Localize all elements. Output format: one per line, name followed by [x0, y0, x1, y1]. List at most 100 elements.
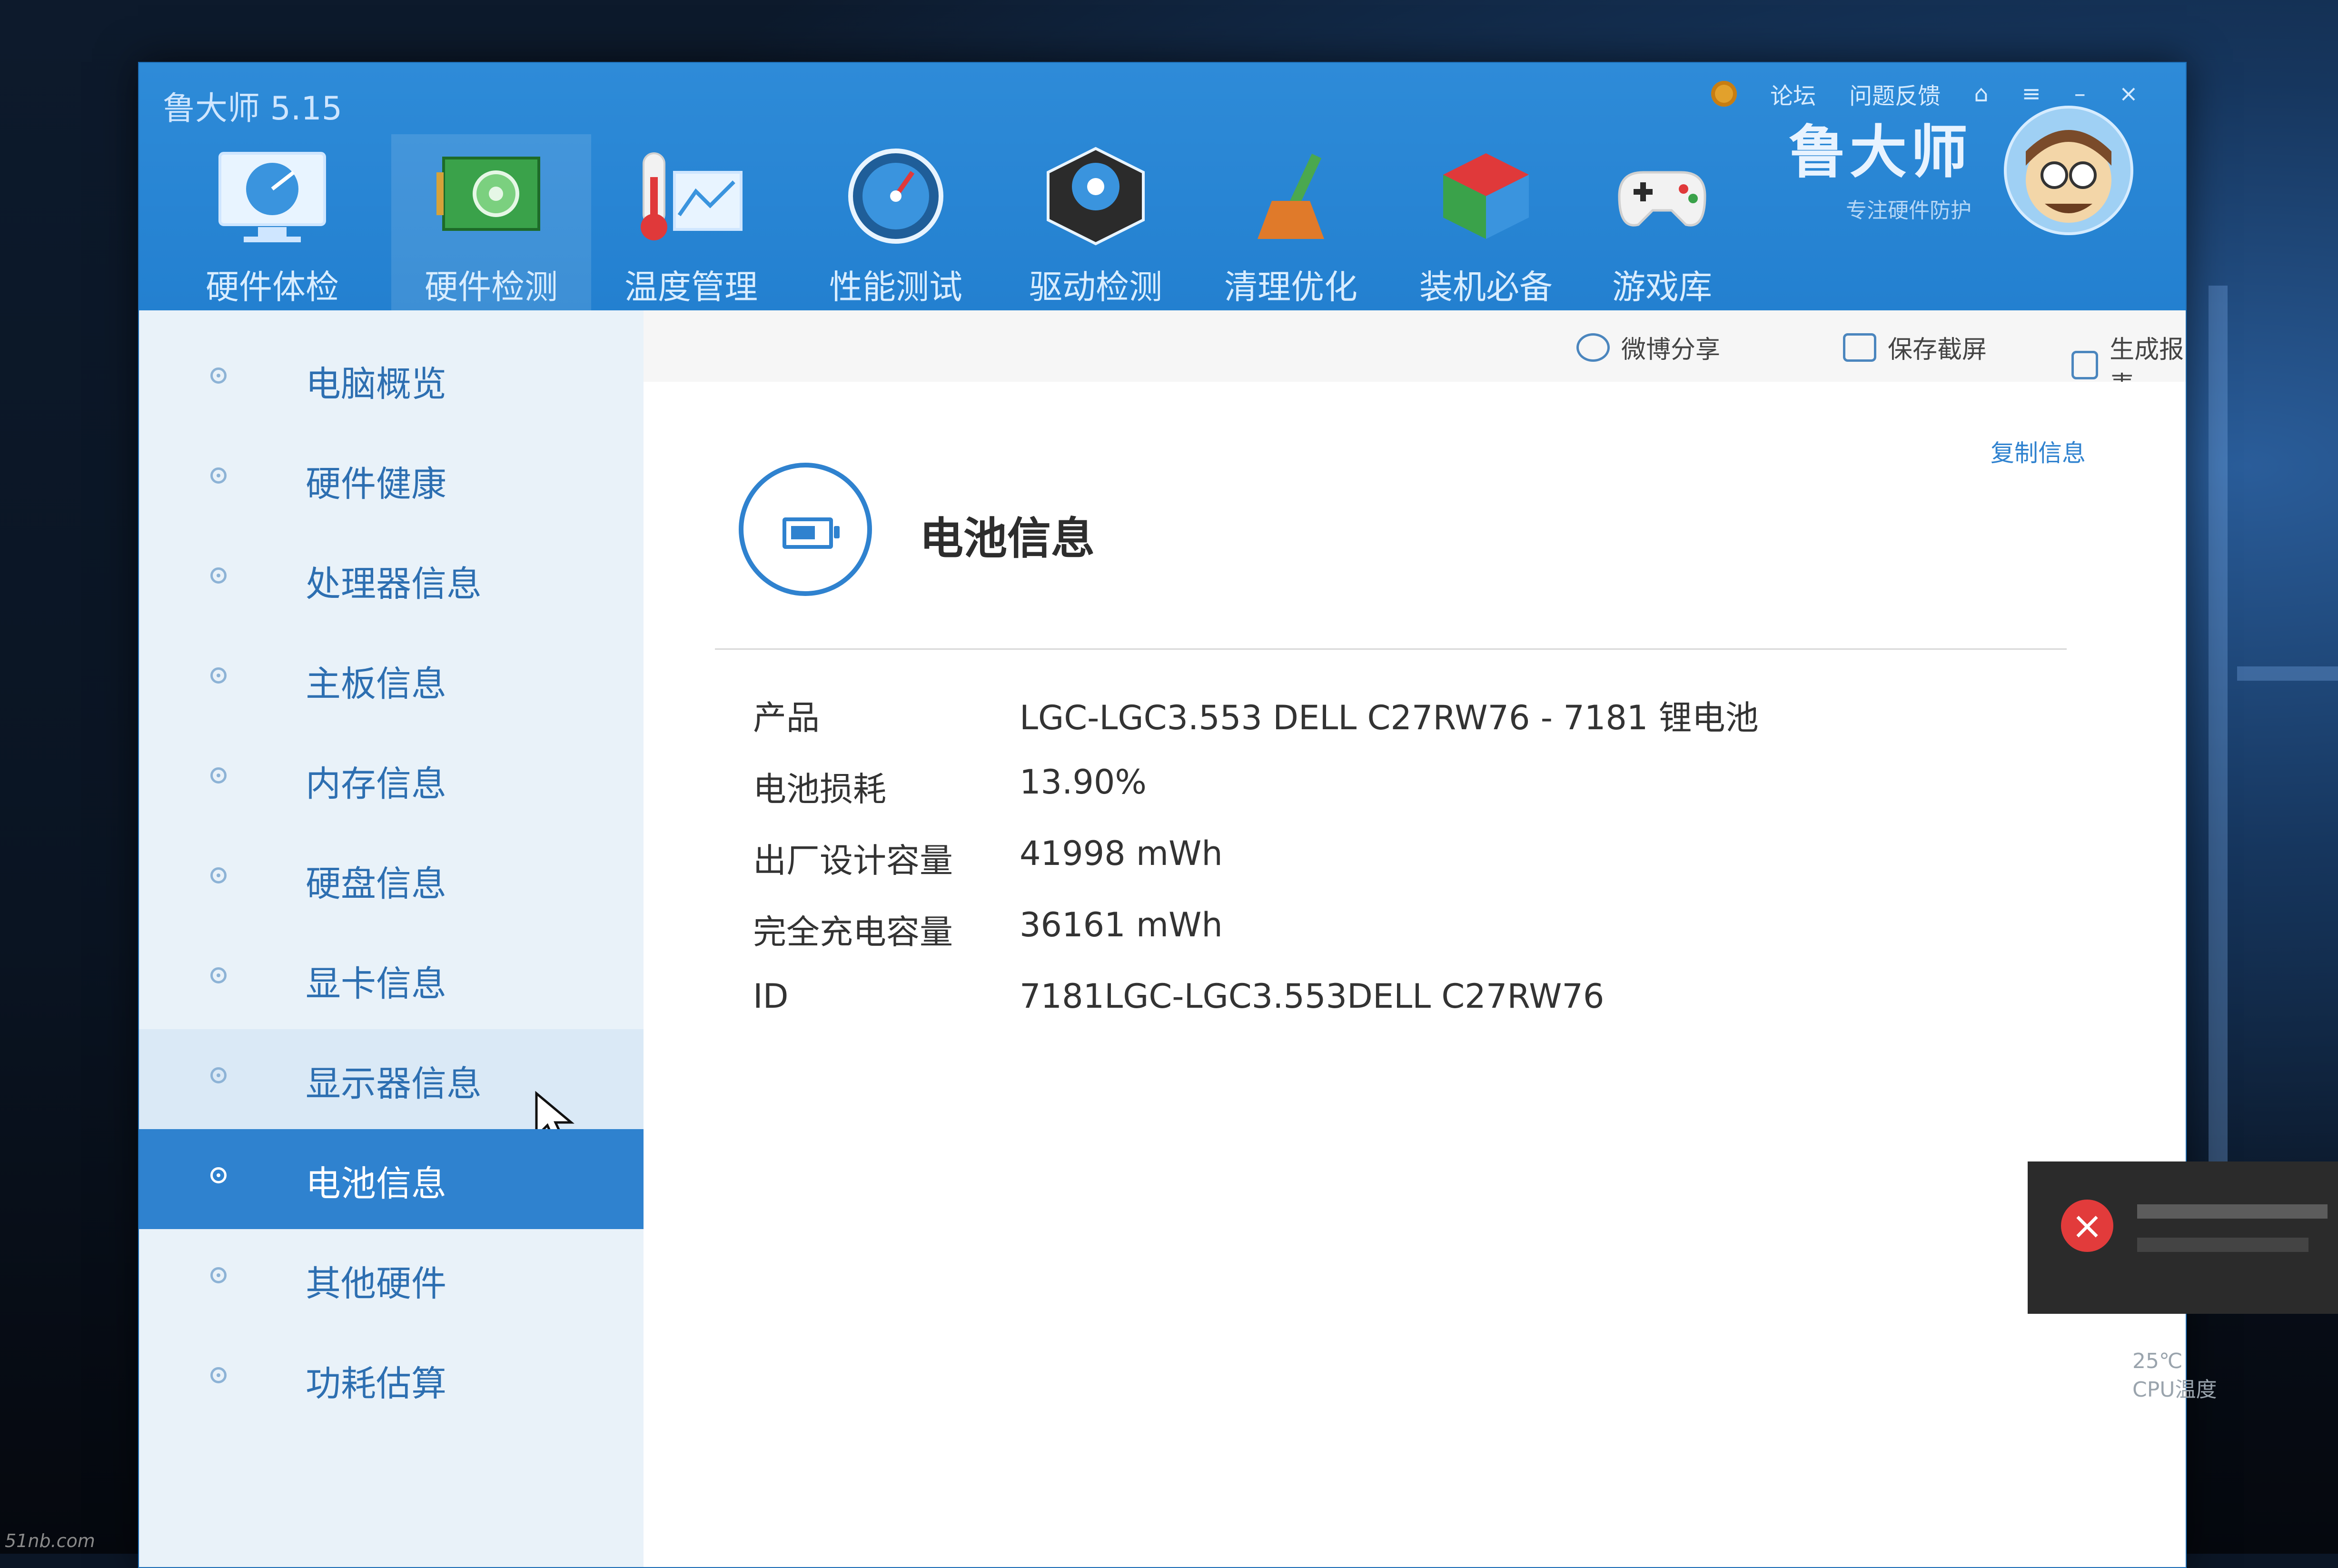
sidebar-item-label: 电脑概览 [306, 364, 446, 405]
radio-dot-icon [210, 567, 227, 584]
title-bar: 鲁大师 5.15 论坛 问题反馈 ⌂ ≡ – × 硬件体检 硬件检测 温度管理 … [139, 63, 2186, 310]
app-title: 鲁大师 5.15 [163, 90, 343, 128]
brand-block: 鲁大师 专注硬件防护 [1789, 106, 1971, 224]
info-row-design-capacity: 出厂设计容量 41998 mWh [753, 834, 2181, 891]
gamepad-icon [1618, 171, 1706, 227]
sidebar-item-disk[interactable]: 硬盘信息 [139, 829, 644, 929]
battery-section-icon [739, 463, 872, 596]
sidebar-item-other[interactable]: 其他硬件 [139, 1229, 644, 1329]
sidebar-item-health[interactable]: 硬件健康 [139, 429, 644, 529]
tab-game-library[interactable]: 游戏库 [1562, 134, 1762, 310]
cube-icon [1443, 153, 1529, 239]
speedometer-icon [848, 149, 943, 244]
content-panel: 复制信息 电池信息 产品 LGC-LGC3.553 DELL C27RW76 -… [644, 382, 2186, 1567]
sidebar-item-label: 硬盘信息 [306, 863, 446, 904]
info-key: 产品 [753, 698, 820, 737]
sidebar-item-label: 显卡信息 [306, 963, 446, 1004]
save-screenshot-button[interactable]: 保存截屏 [1843, 329, 1987, 365]
info-value: 41998 mWh [1020, 834, 1223, 873]
tab-essentials[interactable]: 装机必备 [1386, 134, 1586, 310]
battery-icon [783, 517, 840, 549]
radio-dot-icon [210, 967, 227, 983]
sidebar-item-power[interactable]: 功耗估算 [139, 1329, 644, 1429]
sidebar-item-motherboard[interactable]: 主板信息 [139, 629, 644, 729]
report-icon [2071, 351, 2099, 379]
radio-dot-icon [210, 467, 227, 484]
sidebar-item-overview[interactable]: 电脑概览 [139, 329, 644, 429]
info-row-id: ID 7181LGC-LGC3.553DELL C27RW76 [753, 977, 2181, 1034]
app-window: 鲁大师 5.15 论坛 问题反馈 ⌂ ≡ – × 硬件体检 硬件检测 温度管理 … [138, 62, 2187, 1568]
tab-label: 驱动检测 [1029, 268, 1162, 307]
tab-label: 游戏库 [1612, 268, 1712, 307]
sidebar-item-label: 硬件健康 [306, 464, 446, 505]
weibo-share-button[interactable]: 微博分享 [1576, 329, 1720, 365]
tab-temperature[interactable]: 温度管理 [591, 134, 791, 310]
sidebar-item-label: 电池信息 [306, 1163, 446, 1204]
info-value: LGC-LGC3.553 DELL C27RW76 - 7181 锂电池 [1020, 698, 1759, 737]
radio-dot-icon [210, 667, 227, 684]
tab-label: 温度管理 [624, 268, 758, 307]
gear-box-icon [1047, 147, 1145, 246]
error-icon: × [2061, 1200, 2113, 1252]
info-key: 完全充电容量 [753, 913, 953, 952]
avatar[interactable] [2004, 106, 2133, 235]
menu-icon[interactable]: ≡ [2022, 80, 2041, 107]
cpu-temperature: 25℃ [2132, 1349, 2183, 1373]
skin-icon[interactable]: ⌂ [1974, 80, 1988, 107]
info-row-product: 产品 LGC-LGC3.553 DELL C27RW76 - 7181 锂电池 [753, 691, 2181, 748]
tab-performance[interactable]: 性能测试 [796, 134, 996, 310]
radio-dot-icon [210, 367, 227, 384]
monitor-check-icon [218, 152, 326, 242]
sidebar-item-label: 显示器信息 [306, 1063, 482, 1104]
cpu-temp-widget[interactable]: 25℃ CPU温度 [2132, 1347, 2217, 1404]
sidebar-item-cpu[interactable]: 处理器信息 [139, 529, 644, 629]
info-row-wear: 电池损耗 13.90% [753, 763, 2181, 820]
notification-text-line [2137, 1238, 2308, 1252]
radio-dot-icon [210, 867, 227, 883]
cpu-temp-label: CPU温度 [2132, 1378, 2217, 1402]
section-divider [715, 648, 2067, 650]
tab-hardware-checkup[interactable]: 硬件体检 [172, 134, 372, 310]
info-value: 36161 mWh [1020, 905, 1223, 944]
tab-cleanup[interactable]: 清理优化 [1191, 134, 1391, 310]
tab-drivers[interactable]: 驱动检测 [996, 134, 1196, 310]
weibo-icon [1576, 333, 1610, 362]
circuit-board-icon [436, 157, 540, 231]
brand-name: 鲁大师 [1789, 119, 1971, 186]
broom-icon [1258, 153, 1324, 239]
notification-text-line [2137, 1204, 2328, 1219]
info-key: 电池损耗 [753, 770, 886, 809]
sidebar-item-label: 其他硬件 [306, 1263, 446, 1304]
radio-dot-icon [210, 1167, 227, 1183]
windows-logo-pane [2209, 286, 2228, 1238]
windows-logo-pane [2237, 666, 2338, 681]
section-title: 电池信息 [920, 513, 1095, 564]
medal-icon[interactable] [1711, 81, 1737, 107]
tab-label: 清理优化 [1224, 268, 1357, 307]
sidebar-item-display[interactable]: 显示器信息 [139, 1029, 644, 1145]
camera-icon [1843, 333, 1876, 362]
close-button[interactable]: × [2119, 80, 2138, 107]
sidebar-item-label: 主板信息 [306, 664, 446, 705]
info-row-full-capacity: 完全充电容量 36161 mWh [753, 905, 2181, 963]
save-screenshot-label: 保存截屏 [1888, 336, 1987, 364]
sidebar: 电脑概览 硬件健康 处理器信息 主板信息 内存信息 硬盘信息 显卡信息 显示器信… [139, 310, 644, 1567]
tab-hardware-detection[interactable]: 硬件检测 [391, 134, 591, 310]
sidebar-item-battery[interactable]: 电池信息 [139, 1129, 644, 1229]
radio-dot-icon [210, 1367, 227, 1383]
mascot-icon [2026, 130, 2111, 223]
radio-dot-icon [210, 767, 227, 784]
notification-toast[interactable]: × [2028, 1161, 2338, 1314]
tab-label: 装机必备 [1419, 268, 1553, 307]
action-toolbar: 微博分享 保存截屏 生成报表 [644, 310, 2186, 400]
sidebar-item-graphics[interactable]: 显卡信息 [139, 929, 644, 1029]
minimize-button[interactable]: – [2074, 80, 2086, 107]
sidebar-item-memory[interactable]: 内存信息 [139, 729, 644, 829]
copy-info-link[interactable]: 复制信息 [1991, 434, 2086, 468]
tab-label: 硬件体检 [206, 268, 339, 307]
info-value: 7181LGC-LGC3.553DELL C27RW76 [1020, 977, 1605, 1016]
sidebar-item-label: 内存信息 [306, 764, 446, 804]
info-value: 13.90% [1020, 763, 1147, 802]
info-key: 出厂设计容量 [753, 841, 953, 880]
tab-label: 硬件检测 [425, 268, 558, 307]
